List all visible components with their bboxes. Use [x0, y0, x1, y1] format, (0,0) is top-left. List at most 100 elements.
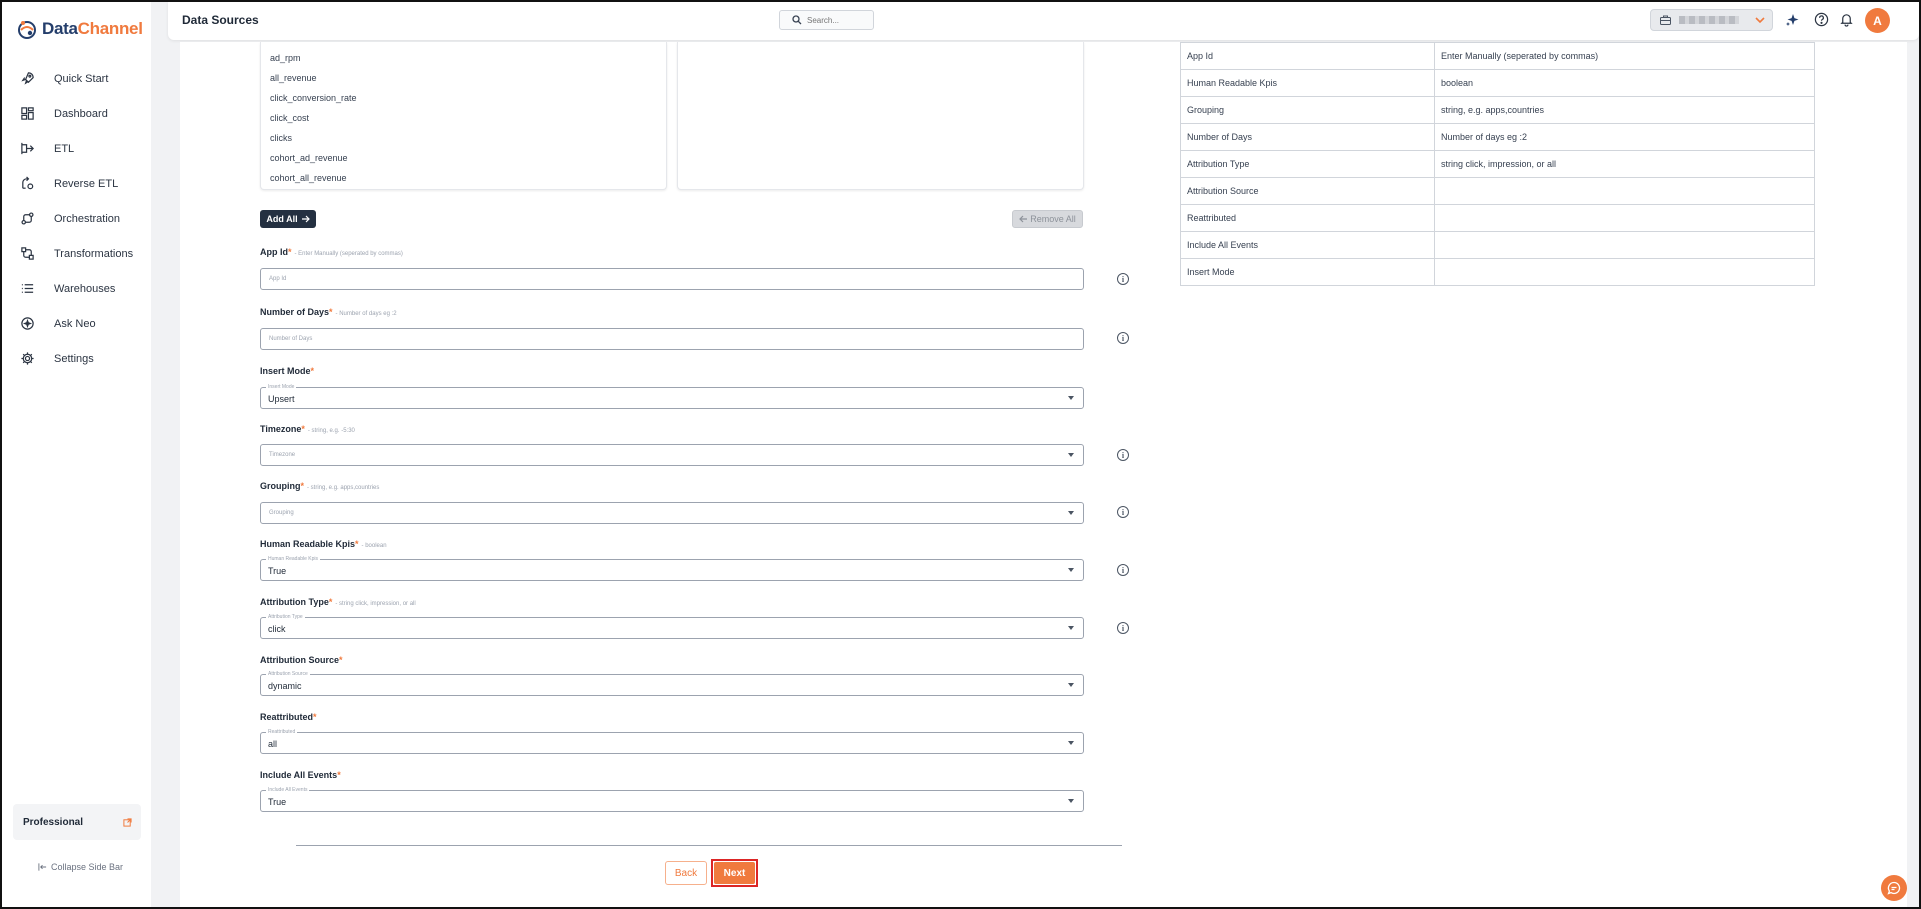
logo-globe-icon [16, 18, 38, 40]
search-box[interactable] [779, 10, 874, 30]
caret-down-icon [1068, 453, 1074, 457]
info-icon[interactable]: i [1117, 273, 1129, 285]
caret-down-icon [1068, 626, 1074, 630]
sidebar-item-label: ETL [54, 142, 75, 155]
app-id-placeholder: App Id [269, 276, 287, 282]
param-name: Grouping [1180, 96, 1435, 124]
orchestration-icon [21, 212, 34, 225]
app-id-field[interactable]: App Id [260, 268, 1084, 290]
sidebar-item-ask-neo[interactable]: Ask Neo [2, 306, 151, 341]
attribution-source-select[interactable]: Attribution Source dynamic [260, 671, 1084, 696]
sidebar-item-orchestration[interactable]: Orchestration [2, 201, 151, 236]
collapse-sidebar-button[interactable]: Collapse Side Bar [38, 862, 123, 872]
include-all-events-select[interactable]: Include All Events True [260, 787, 1084, 812]
plan-card[interactable]: Professional [13, 804, 141, 840]
sidebar-item-etl[interactable]: ETL [2, 131, 151, 166]
transformations-icon [21, 247, 34, 260]
available-fields-list[interactable]: ad_rpm all_revenue click_conversion_rate… [260, 42, 667, 190]
table-row: Attribution Source [1180, 177, 1815, 205]
collapse-sidebar-label: Collapse Side Bar [51, 862, 124, 872]
sidebar-item-label: Settings [54, 352, 94, 365]
workspace-name-redacted [1679, 16, 1739, 24]
sidebar-item-transformations[interactable]: Transformations [2, 236, 151, 271]
list-item[interactable]: all_revenue [270, 73, 317, 83]
list-item[interactable]: click_cost [270, 113, 309, 123]
ask-neo-icon [21, 317, 34, 330]
info-icon[interactable]: i [1117, 564, 1129, 576]
sidebar-item-dashboard[interactable]: Dashboard [2, 96, 151, 131]
list-item[interactable]: ad_rpm [270, 53, 301, 63]
attribution-type-label: Attribution Type* - string click, impress… [260, 597, 416, 607]
param-name: Attribution Type [1180, 150, 1435, 178]
app-id-hint: - Enter Manually (seperated by commas) [294, 251, 403, 257]
briefcase-icon [1660, 15, 1671, 25]
caret-down-icon [1068, 741, 1074, 745]
remove-all-label: Remove All [1030, 214, 1076, 224]
info-icon[interactable]: i [1117, 506, 1129, 518]
param-name: Attribution Source [1180, 177, 1435, 205]
sidebar-item-label: Transformations [54, 247, 134, 260]
sidebar-item-label: Reverse ETL [54, 177, 119, 190]
grouping-label: Grouping* - string, e.g. apps,countries [260, 481, 380, 491]
list-item[interactable]: clicks [270, 133, 292, 143]
human-readable-kpis-value: True [268, 566, 287, 576]
add-all-button[interactable]: Add All [260, 210, 316, 228]
number-of-days-hint: - Number of days eg :2 [335, 311, 397, 317]
back-button[interactable]: Back [665, 861, 707, 885]
table-row: Attribution Type string click, impression… [1180, 150, 1815, 178]
sidebar-nav: Quick Start Dashboard ETL Reverse ETL Or… [2, 61, 151, 376]
dashboard-icon [21, 107, 34, 120]
list-item[interactable]: cohort_all_revenue [270, 173, 347, 183]
sidebar-item-reverse-etl[interactable]: Reverse ETL [2, 166, 151, 201]
human-readable-kpis-select[interactable]: Human Readable Kpis True [260, 556, 1084, 581]
help-icon[interactable] [1814, 12, 1829, 27]
list-item[interactable]: cohort_ad_revenue [270, 153, 348, 163]
sparkle-icon[interactable] [1784, 12, 1800, 28]
sidebar-item-warehouses[interactable]: Warehouses [2, 271, 151, 306]
workspace-selector[interactable] [1650, 9, 1773, 31]
sidebar-item-quick-start[interactable]: Quick Start [2, 61, 151, 96]
sidebar-item-label: Warehouses [54, 282, 116, 295]
param-desc [1434, 204, 1815, 232]
grouping-select[interactable]: Grouping [260, 502, 1084, 524]
timezone-select[interactable]: Timezone [260, 444, 1084, 466]
info-icon[interactable]: i [1117, 622, 1129, 634]
rocket-icon [21, 72, 34, 85]
table-row: Reattributed [1180, 204, 1815, 232]
logo-text-data: Data [42, 19, 78, 38]
next-button[interactable]: Next [711, 859, 758, 887]
sidebar-item-label: Quick Start [54, 72, 109, 85]
external-link-icon[interactable] [123, 817, 132, 827]
sidebar-item-label: Ask Neo [54, 317, 96, 330]
attribution-type-select[interactable]: Attribution Type click [260, 614, 1084, 639]
chat-button[interactable] [1881, 875, 1907, 901]
insert-mode-value: Upsert [268, 394, 295, 404]
bell-icon[interactable] [1839, 12, 1854, 27]
insert-mode-label: Insert Mode* [260, 366, 315, 376]
human-readable-kpis-label: Human Readable Kpis* - boolean [260, 539, 387, 549]
sidebar-item-settings[interactable]: Settings [2, 341, 151, 376]
param-desc [1434, 258, 1815, 286]
caret-down-icon [1068, 568, 1074, 572]
attribution-source-value: dynamic [268, 681, 302, 691]
selected-fields-list[interactable] [677, 42, 1084, 190]
search-input[interactable] [807, 15, 867, 25]
logo[interactable]: DataChannel [16, 18, 143, 40]
reattributed-select[interactable]: Reattributed all [260, 729, 1084, 754]
insert-mode-select[interactable]: Insert Mode Upsert [260, 384, 1084, 409]
remove-all-button[interactable]: Remove All [1012, 210, 1083, 228]
info-icon[interactable]: i [1117, 332, 1129, 344]
table-row: Include All Events [1180, 231, 1815, 259]
include-all-events-float-label: Include All Events [266, 787, 310, 793]
grouping-hint: - string, e.g. apps,countries [307, 485, 380, 491]
info-icon[interactable]: i [1117, 449, 1129, 461]
plan-label: Professional [23, 816, 84, 828]
param-desc: Number of days eg :2 [1434, 123, 1815, 151]
number-of-days-field[interactable]: Number of Days [260, 328, 1084, 350]
gear-icon [21, 352, 34, 365]
search-icon [792, 15, 802, 25]
attribution-type-hint: - string click, impression, or all [335, 601, 416, 607]
list-item[interactable]: click_conversion_rate [270, 93, 357, 103]
user-avatar[interactable]: A [1865, 8, 1890, 33]
attribution-source-float-label: Attribution Source [266, 671, 310, 677]
